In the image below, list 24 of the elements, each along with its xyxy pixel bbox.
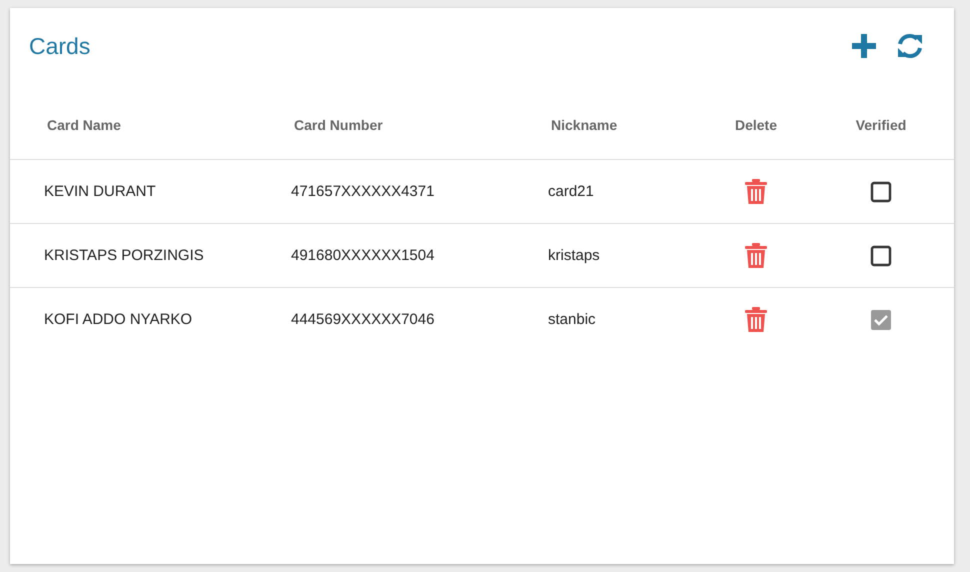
- panel-title: Cards: [29, 32, 92, 60]
- table-cell-text: 471657XXXXXX4371: [291, 183, 436, 200]
- table-cell-text: KEVIN DURANT: [44, 183, 157, 200]
- add-icon: [852, 34, 876, 58]
- table-cell-text: card21: [548, 183, 595, 200]
- table-cell-text: KRISTAPS PORZINGIS: [44, 247, 205, 264]
- column-header: Verified: [856, 116, 906, 133]
- column-header: Delete: [734, 116, 778, 133]
- table-cell-text: KOFI ADDO NYARKO: [44, 311, 194, 328]
- checkbox[interactable]: [870, 180, 892, 202]
- add-button[interactable]: [850, 32, 878, 60]
- column-header: Card Name: [46, 116, 122, 133]
- trash-icon[interactable]: [745, 242, 767, 268]
- checkbox[interactable]: [870, 244, 892, 266]
- refresh-icon: [896, 33, 924, 59]
- table-cell-text: 444569XXXXXX7046: [291, 311, 436, 328]
- checkbox[interactable]: [870, 308, 892, 330]
- column-header: Nickname: [550, 116, 618, 133]
- table-cell-text: stanbic: [548, 311, 597, 328]
- trash-icon[interactable]: [745, 178, 767, 204]
- table-cell-text: kristaps: [548, 247, 601, 264]
- table-cell-text: 491680XXXXXX1504: [291, 247, 436, 264]
- column-header: Card Number: [293, 116, 384, 133]
- trash-icon[interactable]: [745, 306, 767, 332]
